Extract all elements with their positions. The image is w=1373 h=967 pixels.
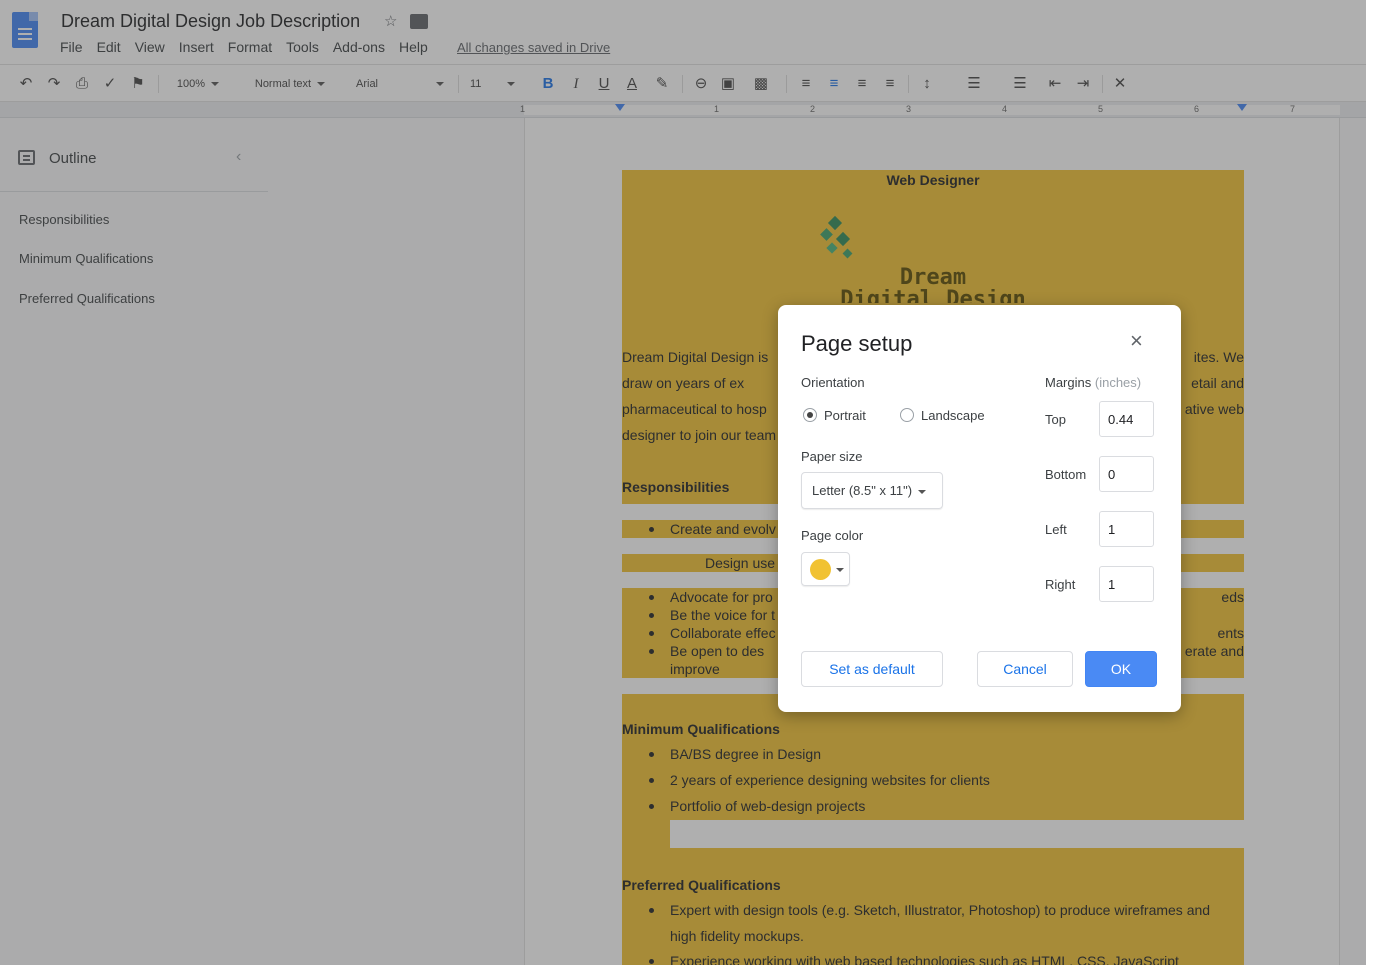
- page-setup-dialog: Page setup × Orientation Portrait Landsc…: [778, 305, 1181, 712]
- chevron-down-icon: [836, 568, 844, 572]
- dialog-title: Page setup: [801, 331, 913, 356]
- paper-size-value: Letter (8.5" x 11"): [812, 483, 913, 498]
- portrait-label[interactable]: Portrait: [824, 408, 866, 423]
- paper-size-select[interactable]: Letter (8.5" x 11"): [801, 472, 943, 509]
- orientation-label: Orientation: [801, 375, 865, 390]
- ok-button[interactable]: OK: [1085, 651, 1157, 687]
- landscape-radio[interactable]: [900, 408, 914, 422]
- set-as-default-button[interactable]: Set as default: [801, 651, 943, 687]
- margin-bottom-input[interactable]: [1099, 456, 1154, 492]
- margins-label: Margins (inches): [1045, 375, 1141, 390]
- margin-right-label: Right: [1045, 577, 1076, 592]
- page-color-label: Page color: [801, 528, 864, 543]
- margins-unit: (inches): [1094, 375, 1142, 390]
- google-docs-app: Dream Digital Design Job Description ☆ F…: [0, 0, 1373, 967]
- portrait-radio[interactable]: [803, 408, 817, 422]
- paper-size-label: Paper size: [801, 449, 863, 464]
- landscape-label[interactable]: Landscape: [921, 408, 985, 423]
- chevron-down-icon: [918, 489, 927, 494]
- screen-edge: [1366, 0, 1373, 967]
- margin-left-label: Left: [1045, 522, 1067, 537]
- margin-top-input[interactable]: [1099, 401, 1154, 437]
- margin-top-label: Top: [1045, 412, 1066, 427]
- margin-left-input[interactable]: [1099, 511, 1154, 547]
- margin-right-input[interactable]: [1099, 566, 1154, 602]
- page-color-picker[interactable]: [801, 552, 850, 586]
- margins-title: Margins: [1045, 375, 1092, 390]
- cancel-button[interactable]: Cancel: [977, 651, 1073, 687]
- close-icon[interactable]: ×: [1130, 330, 1143, 352]
- color-swatch: [810, 559, 831, 580]
- margin-bottom-label: Bottom: [1045, 467, 1087, 482]
